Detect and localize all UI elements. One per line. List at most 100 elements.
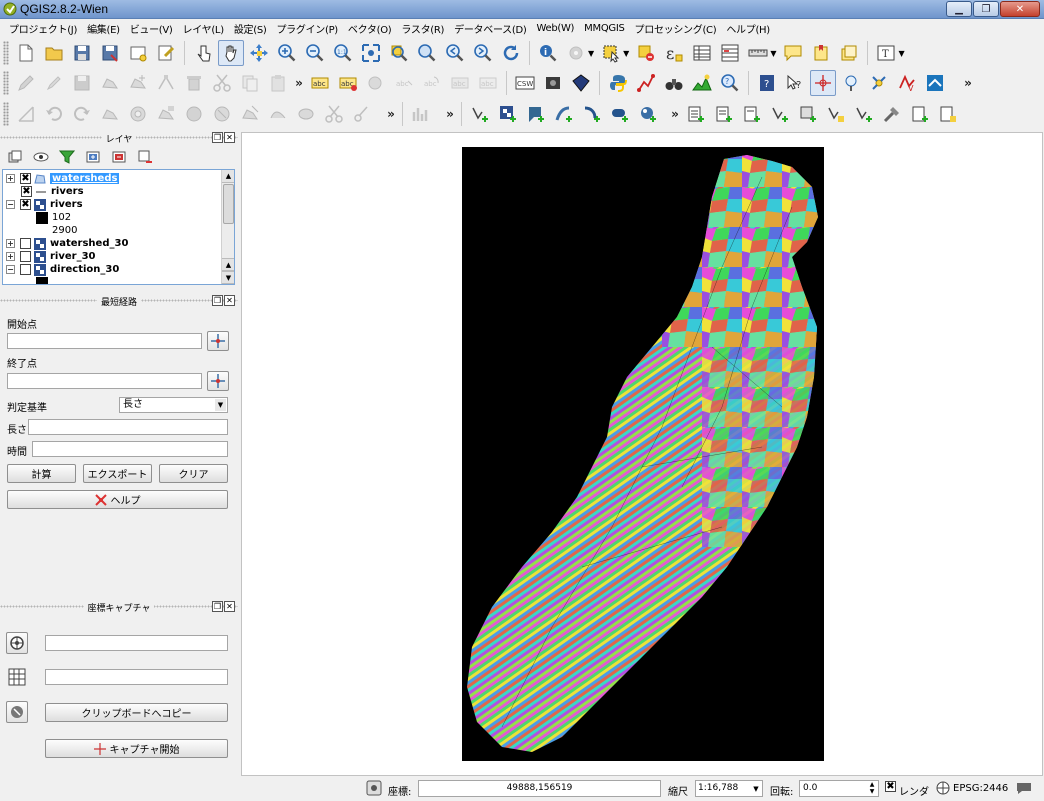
new-bookmark-icon[interactable] bbox=[808, 40, 834, 66]
layer-visibility-checkbox[interactable] bbox=[20, 251, 31, 262]
messages-icon[interactable] bbox=[1016, 781, 1032, 795]
layer-visibility-checkbox[interactable]: ✖ bbox=[21, 186, 32, 197]
label-properties-icon[interactable]: abc bbox=[475, 70, 501, 96]
layer-direction-30[interactable]: − direction_30 bbox=[3, 263, 119, 276]
start-point-input[interactable] bbox=[7, 333, 202, 349]
split-parts-icon[interactable] bbox=[349, 101, 375, 127]
refresh-icon[interactable] bbox=[498, 40, 524, 66]
new-spatialite-layer-icon[interactable] bbox=[467, 101, 493, 127]
zoom-next-icon[interactable] bbox=[470, 40, 496, 66]
add-part-icon[interactable] bbox=[153, 101, 179, 127]
menu-mmqgis[interactable]: MMQGIS bbox=[579, 23, 629, 34]
show-hide-labels-icon[interactable] bbox=[363, 70, 389, 96]
add-spatialite-icon[interactable] bbox=[551, 101, 577, 127]
copy-features-icon[interactable] bbox=[237, 70, 263, 96]
terrain-profile-icon[interactable] bbox=[689, 70, 715, 96]
change-label-icon[interactable]: abc bbox=[447, 70, 473, 96]
deselect-all-icon[interactable] bbox=[633, 40, 659, 66]
toolbar-overflow-icon[interactable]: » bbox=[292, 76, 306, 90]
attribute-table-icon[interactable] bbox=[689, 40, 715, 66]
offset-curve-icon[interactable] bbox=[293, 101, 319, 127]
delete-part-icon[interactable] bbox=[237, 101, 263, 127]
menu-project[interactable]: プロジェクト(J) bbox=[4, 21, 82, 36]
menu-help[interactable]: ヘルプ(H) bbox=[721, 21, 775, 36]
delete-selected-icon[interactable] bbox=[181, 70, 207, 96]
identify-features-icon[interactable]: i bbox=[535, 40, 561, 66]
layer-river-30[interactable]: + river_30 bbox=[3, 250, 96, 263]
network-analysis-icon[interactable] bbox=[633, 70, 659, 96]
render-checkbox[interactable]: ✖ bbox=[885, 781, 896, 792]
pan-to-selection-icon[interactable] bbox=[246, 40, 272, 66]
delete-ring-icon[interactable] bbox=[209, 101, 235, 127]
scroll-down-icon[interactable]: ▼ bbox=[222, 271, 234, 284]
open-project-icon[interactable] bbox=[41, 40, 67, 66]
composer-manager-icon[interactable] bbox=[153, 40, 179, 66]
digitize-rectangle-icon[interactable] bbox=[13, 101, 39, 127]
python-console-icon[interactable] bbox=[605, 70, 631, 96]
length-output[interactable] bbox=[28, 419, 228, 435]
menu-web[interactable]: Web(W) bbox=[531, 23, 579, 34]
pick-start-point-button[interactable] bbox=[207, 331, 229, 351]
add-feature-icon[interactable] bbox=[97, 70, 123, 96]
save-project-icon[interactable] bbox=[69, 40, 95, 66]
text-annotation-icon[interactable]: T bbox=[873, 40, 899, 66]
criterion-select[interactable]: 長さ ▼ bbox=[119, 397, 228, 413]
layer-watershed-30[interactable]: + watershed_30 bbox=[3, 237, 128, 250]
menu-view[interactable]: ビュー(V) bbox=[125, 21, 178, 36]
select-by-expression-icon[interactable]: ε bbox=[661, 40, 687, 66]
rotate-label-icon[interactable]: abc bbox=[419, 70, 445, 96]
menu-edit[interactable]: 編集(E) bbox=[82, 21, 125, 36]
rotation-spinbox[interactable]: 0.0 ▲ ▼ bbox=[799, 780, 879, 797]
fill-ring-icon[interactable] bbox=[181, 101, 207, 127]
scroll-up-icon[interactable]: ▲ bbox=[222, 258, 234, 271]
layer-visibility-checkbox[interactable]: ✖ bbox=[20, 173, 31, 184]
move-label-icon[interactable]: abc bbox=[391, 70, 417, 96]
toolbar-grip[interactable] bbox=[3, 102, 9, 126]
menu-layer[interactable]: レイヤ(L) bbox=[178, 21, 229, 36]
pan-map-icon[interactable] bbox=[218, 40, 244, 66]
field-calculator-icon[interactable] bbox=[717, 40, 743, 66]
filter-legend-icon[interactable] bbox=[56, 147, 78, 167]
whats-this-icon[interactable]: ? bbox=[782, 70, 808, 96]
add-wcs-layer-icon[interactable] bbox=[907, 101, 933, 127]
close-panel-icon[interactable]: ✕ bbox=[224, 132, 235, 143]
expand-all-icon[interactable] bbox=[82, 147, 104, 167]
node-tool-icon[interactable] bbox=[153, 70, 179, 96]
expand-toggle-icon[interactable]: + bbox=[6, 239, 15, 248]
run-feature-action-icon[interactable] bbox=[563, 40, 589, 66]
move-feature-icon[interactable] bbox=[125, 70, 151, 96]
add-vector-layer-icon[interactable] bbox=[851, 101, 877, 127]
crs-label[interactable]: EPSG:2446 bbox=[953, 783, 1008, 794]
zoom-full-icon[interactable] bbox=[358, 40, 384, 66]
pick-end-point-button[interactable] bbox=[207, 371, 229, 391]
processing-toolbox-icon[interactable] bbox=[879, 101, 905, 127]
mmqgis-merge-icon[interactable] bbox=[711, 101, 737, 127]
copy-to-clipboard-button[interactable]: クリップボードへコピー bbox=[45, 703, 228, 722]
add-wfs-layer-icon[interactable] bbox=[935, 101, 961, 127]
qgis-cloud-icon[interactable] bbox=[922, 70, 948, 96]
float-panel-icon[interactable]: ❐ bbox=[212, 295, 223, 306]
export-button[interactable]: エクスポート bbox=[83, 464, 152, 483]
raster-histogram-icon[interactable] bbox=[408, 101, 434, 127]
add-group-icon[interactable] bbox=[4, 147, 26, 167]
add-delimited-text-icon[interactable] bbox=[823, 101, 849, 127]
calculate-button[interactable]: 計算 bbox=[7, 464, 76, 483]
layer-labeling-icon[interactable]: abc bbox=[307, 70, 333, 96]
close-panel-icon[interactable]: ✕ bbox=[224, 601, 235, 612]
toggle-extents-icon[interactable] bbox=[366, 780, 382, 796]
topology-checker-icon[interactable]: V bbox=[894, 70, 920, 96]
chevron-down-icon[interactable]: ▼ bbox=[215, 399, 226, 411]
split-features-icon[interactable] bbox=[321, 101, 347, 127]
show-bookmarks-icon[interactable] bbox=[836, 40, 862, 66]
select-features-icon[interactable] bbox=[598, 40, 624, 66]
menu-processing[interactable]: プロセッシング(C) bbox=[630, 21, 722, 36]
reshape-features-icon[interactable] bbox=[265, 101, 291, 127]
menu-database[interactable]: データベース(D) bbox=[449, 21, 531, 36]
scroll-thumb[interactable] bbox=[223, 184, 234, 224]
toolbar-overflow-icon[interactable]: » bbox=[384, 107, 398, 121]
undo-icon[interactable] bbox=[41, 101, 67, 127]
csw-client-icon[interactable]: CSW bbox=[512, 70, 538, 96]
maximize-button[interactable]: ❐ bbox=[973, 1, 999, 17]
toolbar-grip[interactable] bbox=[3, 41, 9, 65]
spatial-query-icon[interactable] bbox=[568, 70, 594, 96]
